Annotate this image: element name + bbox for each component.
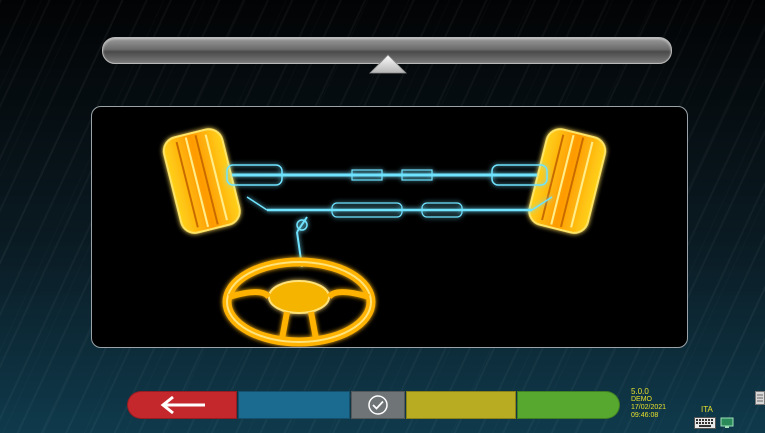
time-label: 09:46:08	[631, 412, 659, 419]
yellow-function-button[interactable]	[406, 391, 516, 419]
language-label: ITA	[701, 405, 713, 414]
green-function-button[interactable]	[517, 391, 620, 419]
keyboard-icon[interactable]	[694, 417, 716, 429]
confirm-button[interactable]	[351, 391, 405, 419]
axle-linkage	[226, 164, 553, 268]
date-label: 17/02/2021	[631, 404, 667, 411]
arrow-left-icon	[160, 395, 205, 415]
steering-axle-illustration	[162, 128, 607, 347]
steering-wheel	[222, 257, 376, 347]
back-button[interactable]	[127, 391, 237, 419]
triangle-up-icon[interactable]	[369, 54, 407, 74]
right-wheel	[528, 128, 607, 234]
blue-function-button[interactable]	[238, 391, 350, 419]
check-circle-icon	[368, 395, 388, 415]
version-label: 5.0.0	[631, 387, 649, 396]
document-icon[interactable]	[755, 391, 765, 405]
left-wheel	[162, 128, 241, 234]
mode-label: DEMO	[631, 396, 652, 403]
status-info: 5.0.0 DEMO 17/02/2021 09:46:08	[631, 387, 666, 420]
network-icon[interactable]	[720, 417, 734, 429]
steering-diagram-panel	[91, 106, 688, 348]
bottom-action-bar	[127, 391, 620, 419]
